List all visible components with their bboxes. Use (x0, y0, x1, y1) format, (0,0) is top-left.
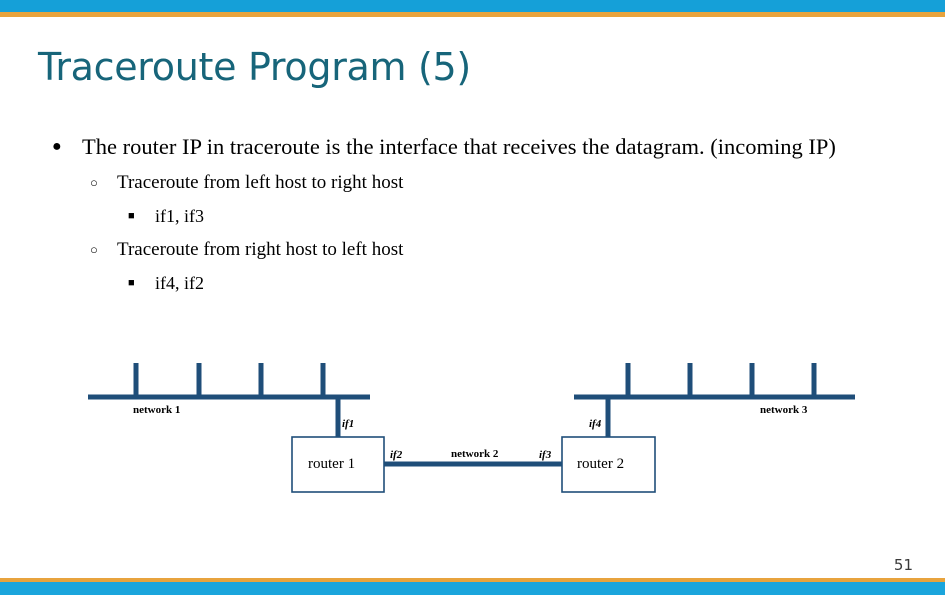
bullet-level3-text: if1, if3 (155, 206, 204, 226)
bottom-blue-bar (0, 582, 945, 595)
router-boxes (291, 436, 656, 493)
if1-label: if1 (342, 418, 355, 430)
if4-label: if4 (589, 418, 602, 430)
bullet-level1-text: The router IP in traceroute is the inter… (82, 134, 836, 159)
network3-label: network 3 (760, 404, 808, 416)
bullet-level2-item-1: ○ Traceroute from right host to left hos… (0, 233, 945, 267)
network1-label: network 1 (133, 404, 181, 416)
router1-label: router 1 (308, 456, 356, 472)
bullet-level3-item-1: ■ if4, if2 (0, 267, 945, 300)
bullet-level3-item-0: ■ if1, if3 (0, 200, 945, 233)
page-number: 51 (893, 556, 913, 574)
top-gold-bar (0, 12, 945, 17)
router2-box (561, 436, 656, 493)
if3-label: if3 (539, 449, 552, 461)
router2-label: router 2 (577, 456, 625, 472)
bullet-level2-text: Traceroute from right host to left host (117, 239, 404, 260)
bullet-square-icon: ■ (128, 210, 135, 222)
bullet-level2-item-0: ○ Traceroute from left host to right hos… (0, 166, 945, 200)
bullet-circle-icon: ○ (90, 175, 98, 190)
bullet-level3-text: if4, if2 (155, 273, 204, 293)
bullet-level1: ● The router IP in traceroute is the int… (0, 128, 922, 166)
slide: Traceroute Program (5) ● The router IP i… (0, 0, 945, 595)
page-title: Traceroute Program (5) (38, 45, 471, 89)
top-blue-bar (0, 0, 945, 12)
if2-label: if2 (390, 449, 403, 461)
bullet-circle-icon: ○ (90, 242, 98, 257)
network2-label: network 2 (451, 448, 499, 460)
router1-box (291, 436, 385, 493)
bullet-square-icon: ■ (128, 277, 135, 289)
bullet-level2-text: Traceroute from left host to right host (117, 172, 404, 193)
slide-body: ● The router IP in traceroute is the int… (0, 128, 945, 300)
network-bus-lines (88, 363, 855, 467)
bullet-disc-icon: ● (52, 138, 62, 155)
